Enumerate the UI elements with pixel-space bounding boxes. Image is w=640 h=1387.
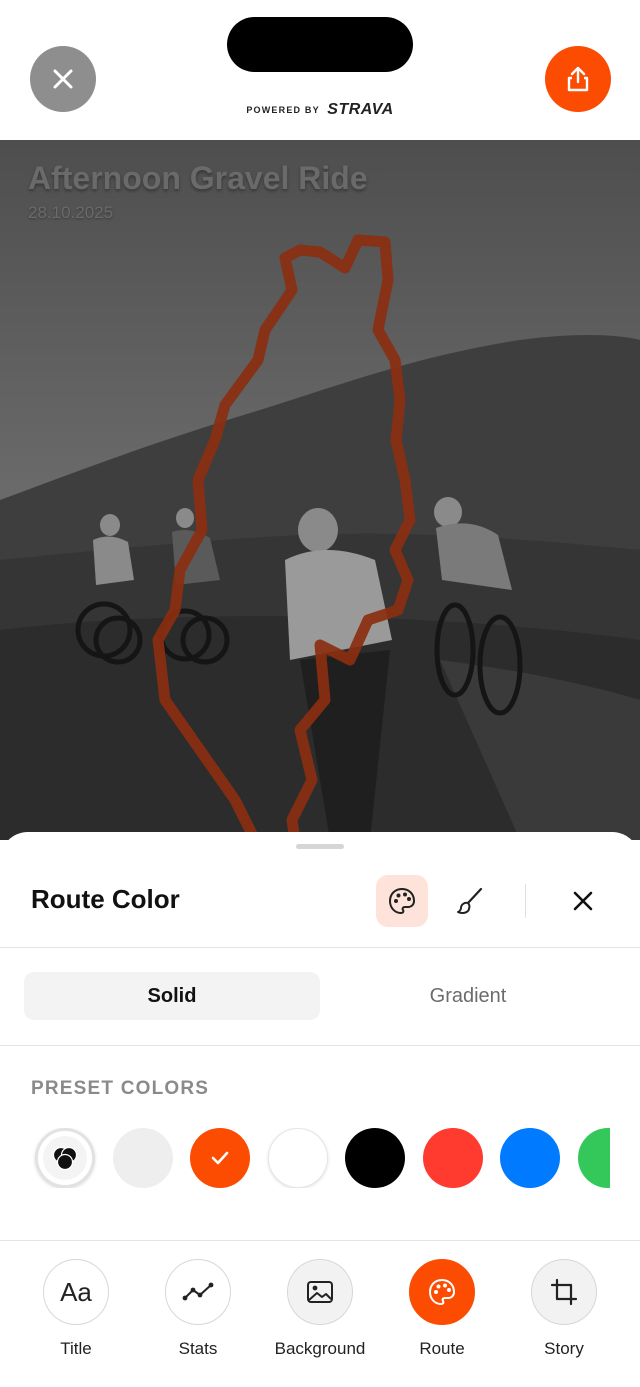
- color-swatch-strava-orange[interactable]: [190, 1128, 250, 1188]
- toolbar-item-background[interactable]: Background: [265, 1259, 375, 1359]
- checkmark-icon: [211, 1151, 229, 1165]
- title-tool-button[interactable]: Aa: [43, 1259, 109, 1325]
- color-swatch-black[interactable]: [345, 1128, 405, 1188]
- divider: [0, 1045, 640, 1046]
- color-mix-icon: [52, 1146, 78, 1171]
- strava-logo: STRAVA: [327, 101, 394, 118]
- background-tool-button[interactable]: [287, 1259, 353, 1325]
- sheet-grabber[interactable]: [296, 844, 344, 849]
- background-photo: [0, 140, 640, 840]
- close-icon: [53, 69, 73, 89]
- image-icon: [307, 1281, 333, 1303]
- color-swatch-light-gray[interactable]: [113, 1128, 173, 1188]
- toolbar-item-label: Title: [60, 1339, 92, 1358]
- toolbar-item-label: Stats: [178, 1339, 218, 1358]
- color-swatch-blue[interactable]: [500, 1128, 560, 1188]
- toolbar-item-title[interactable]: Aa Title: [21, 1259, 131, 1359]
- brush-icon: [457, 887, 483, 914]
- story-tool-button[interactable]: [531, 1259, 597, 1325]
- palette-tool-button[interactable]: [376, 875, 428, 927]
- route-tool-button[interactable]: [409, 1259, 475, 1325]
- color-swatch-custom[interactable]: [35, 1128, 95, 1188]
- close-icon: [573, 891, 593, 911]
- powered-by-label: POWERED BY: [246, 105, 320, 115]
- stats-tool-button[interactable]: [165, 1259, 231, 1325]
- toolbar-item-stats[interactable]: Stats: [143, 1259, 253, 1359]
- color-swatch-green[interactable]: [578, 1128, 610, 1188]
- sheet-title: Route Color: [31, 884, 180, 914]
- toolbar-item-label: Background: [274, 1339, 366, 1358]
- palette-icon: [388, 887, 416, 915]
- powered-by-strava: POWERED BY STRAVA: [0, 101, 640, 119]
- toolbar-item-story[interactable]: Story: [509, 1259, 619, 1359]
- share-button[interactable]: [545, 46, 611, 112]
- top-bar: POWERED BY STRAVA: [0, 0, 640, 140]
- crop-icon: [550, 1278, 578, 1306]
- toolbar-item-label: Story: [544, 1339, 584, 1358]
- toolbar-item-label: Route: [419, 1339, 465, 1358]
- divider: [0, 947, 640, 948]
- share-icon: [567, 66, 589, 92]
- brush-tool-button[interactable]: [444, 875, 496, 927]
- stats-icon: [182, 1282, 214, 1301]
- activity-date: 28.10.2025: [28, 203, 114, 222]
- sheet-close-button[interactable]: [560, 878, 606, 924]
- activity-photo[interactable]: Afternoon Gravel Ride 28.10.2025: [0, 140, 640, 840]
- solid-option[interactable]: Solid: [24, 972, 320, 1020]
- toolbar-divider: [525, 884, 526, 918]
- color-swatch-red[interactable]: [423, 1128, 483, 1188]
- palette-icon: [428, 1278, 456, 1306]
- preset-color-list: [0, 1128, 610, 1188]
- text-icon: Aa: [60, 1276, 92, 1307]
- activity-title[interactable]: Afternoon Gravel Ride: [28, 160, 368, 197]
- color-swatch-white[interactable]: [268, 1128, 328, 1188]
- editor-toolbar: Aa Title Stats Background Route Story: [0, 1240, 640, 1387]
- dynamic-island: [227, 17, 413, 72]
- preset-colors-label: PRESET COLORS: [31, 1078, 210, 1099]
- gradient-option[interactable]: Gradient: [320, 972, 616, 1020]
- color-mode-segmented-control: Solid Gradient: [24, 972, 616, 1020]
- toolbar-item-route[interactable]: Route: [387, 1259, 497, 1359]
